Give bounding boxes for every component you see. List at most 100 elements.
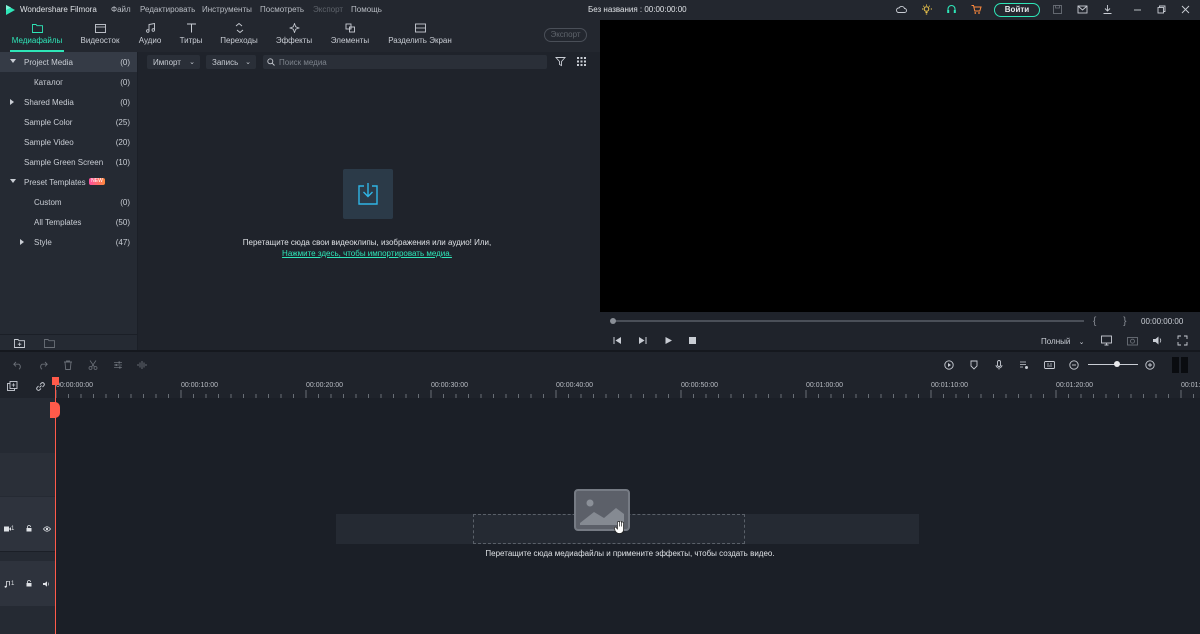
tab-transitions[interactable]: Переходы bbox=[218, 20, 260, 52]
grid-view-icon[interactable] bbox=[577, 57, 586, 66]
playback-progress-track[interactable] bbox=[612, 320, 1084, 322]
cart-icon[interactable] bbox=[971, 4, 982, 15]
playhead[interactable] bbox=[55, 380, 56, 634]
audio-track-header[interactable]: 1 bbox=[0, 561, 55, 606]
menu-tools[interactable]: Инструменты bbox=[202, 5, 252, 14]
menu-file[interactable]: Файл bbox=[111, 5, 131, 14]
menu-export[interactable]: Экспорт bbox=[313, 5, 343, 14]
eye-icon[interactable] bbox=[43, 526, 51, 532]
preview-timecode: 00:00:00:00 bbox=[1141, 317, 1184, 326]
microphone-icon[interactable] bbox=[994, 360, 1004, 370]
tree-item-project-media[interactable]: Project Media (0) bbox=[0, 52, 137, 72]
playhead-marker[interactable] bbox=[50, 402, 60, 418]
tree-item-all-templates[interactable]: All Templates (50) bbox=[0, 212, 137, 232]
ruler-ticks bbox=[56, 390, 1194, 398]
import-label: Импорт bbox=[153, 58, 181, 67]
zoom-in-icon[interactable] bbox=[1145, 360, 1155, 370]
tree-item-sample-green-screen[interactable]: Sample Green Screen (10) bbox=[0, 152, 137, 172]
tab-audio-label: Аудио bbox=[138, 36, 162, 45]
tree-item-shared-media[interactable]: Shared Media (0) bbox=[0, 92, 137, 112]
download-icon[interactable] bbox=[1102, 4, 1113, 15]
tab-elements-label: Элементы bbox=[330, 36, 370, 45]
scissors-icon[interactable] bbox=[88, 360, 98, 370]
cloud-icon[interactable] bbox=[896, 4, 907, 15]
snapshot-camera-icon[interactable] bbox=[1127, 335, 1138, 346]
tree-item-preset-templates[interactable]: Preset Templates NEW bbox=[0, 172, 137, 192]
redo-icon[interactable] bbox=[38, 360, 48, 370]
new-folder-icon[interactable] bbox=[14, 338, 25, 348]
speaker-icon[interactable] bbox=[43, 581, 50, 587]
menu-help[interactable]: Помощь bbox=[351, 5, 382, 14]
import-media-button[interactable] bbox=[343, 169, 393, 219]
caret-down-icon[interactable] bbox=[10, 179, 16, 183]
mark-in-out-brackets[interactable]: { } bbox=[1093, 316, 1138, 327]
login-button[interactable]: Войти bbox=[994, 3, 1040, 17]
zoom-slider-track[interactable] bbox=[1088, 364, 1138, 365]
export-button[interactable]: Экспорт bbox=[544, 28, 587, 42]
volume-icon[interactable] bbox=[1152, 335, 1163, 346]
tab-media[interactable]: Медиафайлы bbox=[10, 20, 64, 52]
split-screen-icon bbox=[414, 23, 426, 33]
folder-outline-icon[interactable] bbox=[44, 338, 55, 348]
caret-down-icon[interactable] bbox=[10, 59, 16, 63]
save-icon[interactable] bbox=[1052, 4, 1063, 15]
step-forward-icon[interactable] bbox=[638, 336, 647, 345]
tree-item-style[interactable]: Style (47) bbox=[0, 232, 137, 252]
app-name: Wondershare Filmora bbox=[20, 5, 97, 14]
tab-titles[interactable]: Титры bbox=[176, 20, 206, 52]
caret-right-icon[interactable] bbox=[20, 239, 24, 245]
caret-right-icon[interactable] bbox=[10, 99, 14, 105]
lock-icon[interactable] bbox=[26, 525, 32, 532]
search-input[interactable]: Поиск медиа bbox=[263, 55, 547, 69]
tree-item-sample-color[interactable]: Sample Color (25) bbox=[0, 112, 137, 132]
zoom-out-icon[interactable] bbox=[1069, 360, 1079, 370]
panel-layout-icon[interactable] bbox=[1172, 357, 1188, 373]
record-dropdown[interactable]: Запись ⌄ bbox=[206, 55, 256, 69]
menu-edit[interactable]: Редактировать bbox=[140, 5, 195, 14]
marker-shield-icon[interactable] bbox=[969, 360, 979, 370]
zoom-slider-knob[interactable] bbox=[1114, 361, 1120, 367]
delete-icon[interactable] bbox=[63, 360, 73, 370]
lightbulb-icon[interactable] bbox=[921, 4, 932, 15]
preview-quality-dropdown[interactable]: Полный ⌄ bbox=[1041, 337, 1084, 346]
playback-progress-knob[interactable] bbox=[610, 318, 616, 324]
link-icon[interactable] bbox=[35, 381, 46, 392]
lock-icon[interactable] bbox=[26, 580, 32, 587]
add-track-icon[interactable] bbox=[7, 381, 18, 392]
step-back-icon[interactable] bbox=[613, 336, 622, 345]
minimize-icon[interactable] bbox=[1132, 4, 1143, 15]
stop-icon[interactable] bbox=[689, 337, 696, 344]
tab-video-stock[interactable]: Видеосток bbox=[78, 20, 122, 52]
filmora-logo-icon bbox=[6, 5, 15, 15]
track-separator bbox=[0, 551, 55, 552]
audio-waveform-icon[interactable] bbox=[137, 360, 148, 370]
play-icon[interactable] bbox=[664, 336, 673, 345]
restore-icon[interactable] bbox=[1156, 4, 1167, 15]
mail-icon[interactable] bbox=[1077, 4, 1088, 15]
fullscreen-icon[interactable] bbox=[1177, 335, 1188, 346]
import-media-link[interactable]: Нажмите здесь, чтобы импортировать медиа… bbox=[200, 249, 534, 258]
tab-split-screen[interactable]: Разделить Экран bbox=[386, 20, 454, 52]
tab-split-screen-label: Разделить Экран bbox=[388, 36, 452, 45]
render-preview-icon[interactable] bbox=[944, 360, 954, 370]
tab-elements[interactable]: Элементы bbox=[328, 20, 372, 52]
video-track-header[interactable]: 1 bbox=[0, 497, 55, 551]
empty-track-header bbox=[0, 453, 55, 496]
menu-view[interactable]: Посмотреть bbox=[260, 5, 304, 14]
import-dropdown[interactable]: Импорт ⌄ bbox=[147, 55, 200, 69]
close-icon[interactable] bbox=[1180, 4, 1191, 15]
tab-effects[interactable]: Эффекты bbox=[274, 20, 314, 52]
tab-audio[interactable]: Аудио bbox=[134, 20, 166, 52]
display-icon[interactable] bbox=[1101, 335, 1112, 346]
subtitle-icon[interactable] bbox=[1044, 360, 1055, 370]
chevron-down-icon: ⌄ bbox=[189, 59, 195, 66]
tree-item-catalog[interactable]: Каталог (0) bbox=[0, 72, 137, 92]
tree-item-sample-video[interactable]: Sample Video (20) bbox=[0, 132, 137, 152]
headset-support-icon[interactable] bbox=[946, 4, 957, 15]
playhead-handle[interactable] bbox=[52, 377, 59, 385]
adjust-icon[interactable] bbox=[113, 360, 123, 370]
filter-icon[interactable] bbox=[555, 56, 566, 67]
tree-item-custom[interactable]: Custom (0) bbox=[0, 192, 137, 212]
undo-icon[interactable] bbox=[13, 360, 23, 370]
voiceover-mix-icon[interactable] bbox=[1019, 360, 1029, 370]
